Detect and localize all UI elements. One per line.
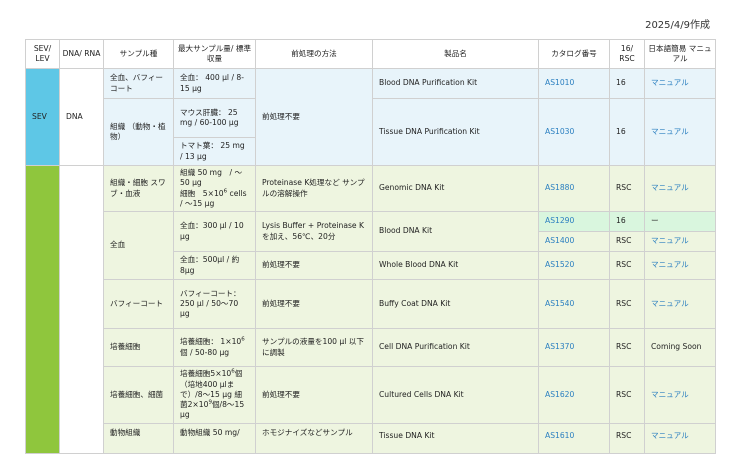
header-catalog: カタログ番号	[538, 39, 610, 69]
created-date: 2025/4/9作成	[645, 20, 710, 31]
amount-line: 組織 50 mg / ～50 µg	[180, 168, 243, 188]
catalog-link[interactable]: AS1540	[538, 279, 610, 329]
amount-cell: 動物組織 50 mg/	[173, 423, 256, 454]
amount-cell: 培養細胞5×106個（培地400 µlまで）/8～15 µg 細菌2×109個/…	[173, 366, 256, 424]
table-row: 組織・細胞 スワブ・血液 組織 50 mg / ～50 µg 細胞 5×106 c…	[25, 165, 716, 454]
catalog-link[interactable]: AS1880	[538, 165, 610, 212]
rsc-cell: RSC	[609, 231, 645, 252]
amount-cell: 培養細胞： 1×106 個 / 50-80 µg	[173, 328, 256, 367]
header-pretreatment: 前処理の方法	[255, 39, 373, 69]
header-dna-rna: DNA/ RNA	[59, 39, 104, 69]
dna-cell: DNA	[59, 68, 104, 166]
manual-link[interactable]: マニュアル	[644, 231, 716, 252]
product-name: Blood DNA Kit	[372, 211, 539, 252]
table-header: SEV/ LEV DNA/ RNA サンプル種 最大サンプル量/ 標準収量 前処…	[25, 39, 716, 69]
amount-cell: 全血：300 µl / 10 µg	[173, 211, 256, 252]
manual-link[interactable]: マニュアル	[644, 423, 716, 454]
rsc-cell: RSC	[609, 366, 645, 424]
header-sample: サンプル種	[103, 39, 174, 69]
amount-cell: トマト葉： 25 mg / 13 µg	[173, 137, 256, 166]
table-row: バフィーコート バフィーコート： 250 µl / 50～70 µg 前処理不要…	[26, 279, 716, 329]
sample-cell: 培養細胞、細菌	[103, 366, 174, 424]
amount-cell: 組織 50 mg / ～50 µg 細胞 5×106 cells / ～15 µg	[173, 165, 256, 212]
product-table: SEV/ LEV DNA/ RNA サンプル種 最大サンプル量/ 標準収量 前処…	[25, 39, 716, 454]
pretreatment-cell: サンプルの液量を100 µl 以下に調製	[255, 328, 373, 367]
rsc-cell: RSC	[609, 423, 645, 454]
amount-line: 個 / 50-80 µg	[180, 347, 230, 357]
product-name: Blood DNA Purification Kit	[372, 68, 539, 99]
pretreatment-cell: ホモジナイズなどサンプル	[255, 423, 373, 454]
pretreatment-cell: 前処理不要	[255, 251, 373, 280]
product-name: Tissue DNA Purification Kit	[372, 98, 539, 166]
table-row: 培養細胞、細菌 培養細胞5×106個（培地400 µlまで）/8～15 µg 細…	[26, 366, 716, 424]
header-manual: 日本語簡易 マニュアル	[644, 39, 716, 69]
rsc-cell: RSC	[609, 328, 645, 367]
level-sev-cell: SEV	[25, 68, 60, 166]
manual-link[interactable]: マニュアル	[644, 68, 716, 99]
pretreatment-cell: Proteinase K処理など サンプルの溶解操作	[255, 165, 373, 212]
dna-cell-empty	[59, 165, 104, 454]
rsc-cell: 16	[609, 98, 645, 166]
rsc-cell: RSC	[609, 165, 645, 212]
catalog-link[interactable]: AS1370	[538, 328, 610, 367]
sample-cell: 全血、バフィーコート	[103, 68, 174, 99]
table-row: 全血 全血：300 µl / 10 µg Lysis Buffer + Prot…	[26, 211, 716, 280]
product-name: Cultured Cells DNA Kit	[372, 366, 539, 424]
sample-cell: 組織 （動物・植物）	[103, 98, 174, 166]
amount-line: 培養細胞5×10	[180, 369, 232, 379]
table-row: 培養細胞 培養細胞： 1×106 個 / 50-80 µg サンプルの液量を100…	[26, 328, 716, 367]
rsc-cell: 16	[609, 68, 645, 99]
header-rsc: 16/ RSC	[609, 39, 645, 69]
header-level: SEV/ LEV	[25, 39, 60, 69]
amount-cell: 全血： 400 µl / 8-15 µg	[173, 68, 256, 99]
catalog-link[interactable]: AS1610	[538, 423, 610, 454]
product-name: Buffy Coat DNA Kit	[372, 279, 539, 329]
level-rsc-cell	[25, 165, 60, 454]
sample-cell: バフィーコート	[103, 279, 174, 329]
manual-status: Coming Soon	[644, 328, 716, 367]
sample-cell: 培養細胞	[103, 328, 174, 367]
header-product: 製品名	[372, 39, 539, 69]
amount-cell: バフィーコート： 250 µl / 50～70 µg	[173, 279, 256, 329]
pretreatment-cell: 前処理不要	[255, 68, 373, 166]
pretreatment-cell: Lysis Buffer + Proteinase K を加え、56℃、20分	[255, 211, 373, 252]
sample-cell: 全血	[103, 211, 174, 280]
sample-cell: 組織・細胞 スワブ・血液	[103, 165, 174, 212]
amount-line: 細胞 5×10	[180, 188, 224, 198]
rsc-cell: 16	[609, 211, 645, 232]
catalog-link[interactable]: AS1620	[538, 366, 610, 424]
table-row: SEV DNA 全血、バフィーコート 全血： 400 µl / 8-15 µg …	[25, 68, 716, 166]
manual-link[interactable]: マニュアル	[644, 98, 716, 166]
amount-cell: マウス肝臓： 25 mg / 60-100 µg	[173, 98, 256, 138]
manual-link[interactable]: マニュアル	[644, 165, 716, 212]
product-name: Tissue DNA Kit	[372, 423, 539, 454]
table-row: 動物組織 動物組織 50 mg/ ホモジナイズなどサンプル Tissue DNA…	[26, 423, 716, 454]
catalog-link[interactable]: AS1010	[538, 68, 610, 99]
manual-cell: ー	[644, 211, 716, 232]
catalog-link[interactable]: AS1400	[538, 231, 610, 252]
amount-cell: 全血：500µl / 約8µg	[173, 251, 256, 280]
catalog-link[interactable]: AS1290	[538, 211, 610, 232]
catalog-link[interactable]: AS1520	[538, 251, 610, 280]
rsc-cell: RSC	[609, 251, 645, 280]
rsc-cell: RSC	[609, 279, 645, 329]
pretreatment-cell: 前処理不要	[255, 366, 373, 424]
catalog-link[interactable]: AS1030	[538, 98, 610, 166]
pretreatment-cell: 前処理不要	[255, 279, 373, 329]
product-name: Genomic DNA Kit	[372, 165, 539, 212]
amount-exponent: 6	[241, 336, 245, 343]
manual-link[interactable]: マニュアル	[644, 366, 716, 424]
product-name: Whole Blood DNA Kit	[372, 251, 539, 280]
amount-line: 培養細胞： 1×10	[180, 337, 242, 347]
sample-cell: 動物組織	[103, 423, 174, 454]
product-name: Cell DNA Purification Kit	[372, 328, 539, 367]
manual-link[interactable]: マニュアル	[644, 251, 716, 280]
header-max-amount: 最大サンプル量/ 標準収量	[173, 39, 256, 69]
manual-link[interactable]: マニュアル	[644, 279, 716, 329]
